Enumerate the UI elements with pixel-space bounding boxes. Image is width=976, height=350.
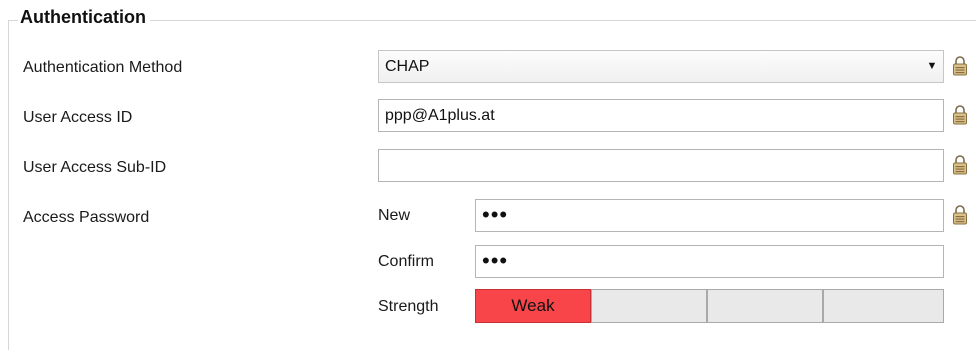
section-title: Authentication: [18, 7, 150, 28]
confirm-password-value: •••: [482, 248, 509, 273]
new-password-value: •••: [482, 202, 509, 227]
auth-method-value: CHAP: [385, 58, 430, 75]
strength-meter-segment: Weak: [475, 289, 591, 323]
strength-meter-segment: [591, 289, 707, 323]
auth-method-select[interactable]: CHAP ▼: [378, 50, 944, 83]
padlock-icon[interactable]: [952, 56, 968, 76]
strength-meter-segment: [823, 289, 944, 323]
strength-meter-segment: [707, 289, 823, 323]
new-password-label: New: [378, 207, 411, 224]
user-access-id-input[interactable]: ppp@A1plus.at: [378, 99, 944, 132]
chevron-down-icon[interactable]: ▼: [921, 51, 943, 82]
auth-method-label: Authentication Method: [23, 59, 183, 76]
padlock-icon[interactable]: [952, 105, 968, 125]
padlock-icon[interactable]: [952, 205, 968, 225]
confirm-password-label: Confirm: [378, 253, 435, 270]
strength-label: Strength: [378, 298, 439, 315]
access-password-label: Access Password: [23, 209, 150, 226]
padlock-icon[interactable]: [952, 155, 968, 175]
user-access-sub-id-label: User Access Sub-ID: [23, 159, 167, 176]
user-access-id-label: User Access ID: [23, 109, 133, 126]
user-access-sub-id-input[interactable]: [378, 149, 944, 182]
new-password-input[interactable]: •••: [475, 199, 944, 232]
confirm-password-input[interactable]: •••: [475, 245, 944, 278]
